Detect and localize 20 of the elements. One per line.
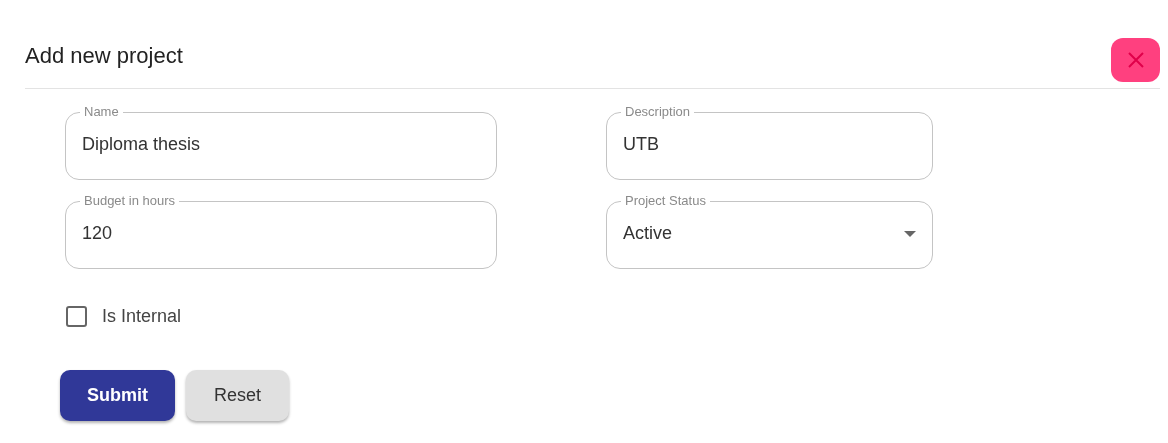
field-value: Active [623,222,673,245]
submit-button[interactable]: Submit [60,370,175,421]
text-field[interactable]: Name Diploma thesis [65,105,497,180]
select-field[interactable]: Project Status Active [606,194,933,269]
dialog-title: Add new project [25,42,183,70]
field-value: Diploma thesis [82,134,201,154]
field-label: Project Status [624,194,707,208]
text-field[interactable]: Description UTB [606,105,933,180]
close-button[interactable] [1111,38,1160,82]
checkbox-label: Is Internal [102,305,182,328]
field-value: UTB [623,134,659,154]
field-value: 120 [82,223,113,243]
reset-button[interactable]: Reset [186,370,289,421]
field-label: Name [83,105,120,119]
text-field[interactable]: Budget in hours 120 [65,194,497,269]
field-label: Budget in hours [83,194,177,208]
field-label: Description [624,105,692,119]
checkbox[interactable] [66,306,87,327]
dropdown-caret-icon [904,230,916,237]
close-icon [1126,51,1145,69]
